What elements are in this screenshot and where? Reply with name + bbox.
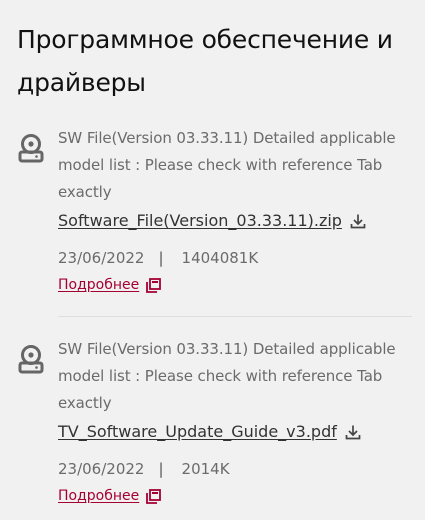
file-row: TV_Software_Update_Guide_v3.pdf: [58, 422, 361, 441]
section-title: Программное обеспечение и драйверы: [17, 25, 393, 97]
more-details-link[interactable]: Подробнее: [58, 488, 139, 504]
file-meta: 23/06/2022 | 2014K: [58, 460, 230, 478]
more-row: Подробнее: [58, 488, 162, 504]
open-window-icon[interactable]: [146, 488, 162, 504]
file-description: SW File(Version 03.33.11) Detailed appli…: [58, 340, 396, 412]
download-icon[interactable]: [345, 424, 361, 440]
file-download-link[interactable]: TV_Software_Update_Guide_v3.pdf: [58, 422, 337, 441]
file-date: 23/06/2022: [58, 249, 145, 267]
software-drivers-panel: Программное обеспечение и драйверы SW Fi…: [0, 0, 425, 520]
file-size: 2014K: [181, 460, 230, 478]
file-meta: 23/06/2022 | 1404081K: [58, 249, 258, 267]
more-row: Подробнее: [58, 277, 162, 293]
meta-separator: |: [158, 460, 164, 478]
disk-icon: [18, 345, 44, 374]
file-description: SW File(Version 03.33.11) Detailed appli…: [58, 129, 396, 201]
file-date: 23/06/2022: [58, 460, 145, 478]
meta-separator: |: [158, 249, 164, 267]
file-size: 1404081K: [181, 249, 259, 267]
divider: [58, 316, 412, 317]
open-window-icon[interactable]: [146, 277, 162, 293]
more-details-link[interactable]: Подробнее: [58, 277, 139, 293]
download-icon[interactable]: [350, 213, 366, 229]
disk-icon: [18, 134, 44, 163]
file-download-link[interactable]: Software_File(Version_03.33.11).zip: [58, 211, 342, 230]
file-row: Software_File(Version_03.33.11).zip: [58, 211, 366, 230]
